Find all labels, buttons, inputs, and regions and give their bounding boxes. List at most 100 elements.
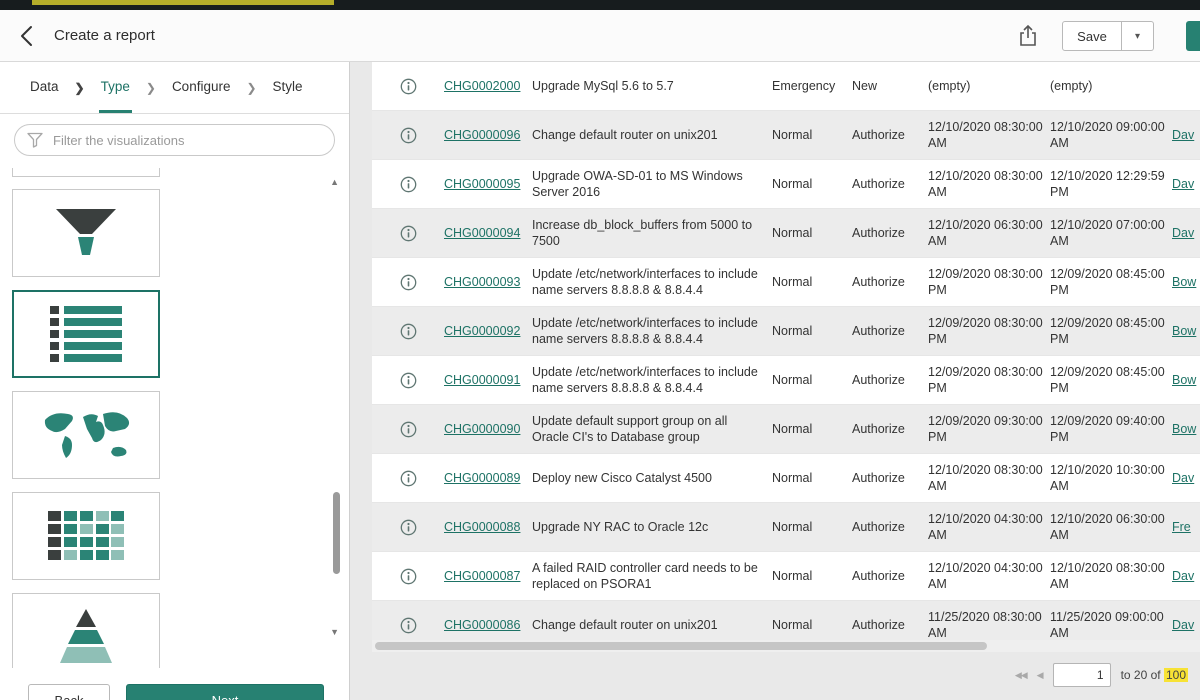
scroll-up-arrow-icon[interactable]: ▲ <box>330 178 339 187</box>
info-icon[interactable] <box>400 372 417 389</box>
page-number-input[interactable] <box>1053 663 1111 687</box>
share-icon <box>1018 24 1038 48</box>
panel-scrollbar-thumb[interactable] <box>333 492 340 574</box>
info-icon[interactable] <box>400 568 417 585</box>
start-date-value: 12/10/2020 06:30:00 AM <box>928 217 1050 250</box>
state-value: Authorize <box>852 274 928 290</box>
change-number-link[interactable]: CHG0000089 <box>444 471 520 485</box>
info-icon[interactable] <box>400 323 417 340</box>
short-description: Upgrade MySql 5.6 to 5.7 <box>532 78 772 94</box>
next-step-button[interactable]: Next <box>126 684 324 700</box>
start-date-value: 11/25/2020 08:30:00 AM <box>928 609 1050 640</box>
short-description: Update /etc/network/interfaces to includ… <box>532 364 772 397</box>
step-type[interactable]: Type <box>99 62 132 113</box>
state-value: Authorize <box>852 568 928 584</box>
assigned-to-link[interactable]: Bow <box>1172 422 1196 436</box>
end-date-value: 11/25/2020 09:00:00 AM <box>1050 609 1172 640</box>
assigned-to-link[interactable]: Dav <box>1172 618 1194 632</box>
pagination-range: to 20 of 100 <box>1121 668 1188 682</box>
info-icon[interactable] <box>400 176 417 193</box>
state-value: Authorize <box>852 421 928 437</box>
state-value: Authorize <box>852 470 928 486</box>
change-number-link[interactable]: CHG0000090 <box>444 422 520 436</box>
priority-value: Emergency <box>772 78 852 94</box>
change-number-link[interactable]: CHG0000087 <box>444 569 520 583</box>
start-date-value: 12/10/2020 08:30:00 AM <box>928 119 1050 152</box>
change-number-link[interactable]: CHG0000094 <box>444 226 520 240</box>
visualization-list <box>0 168 336 668</box>
save-menu-button[interactable]: ▾ <box>1122 21 1154 51</box>
change-table: CHG0002000 Upgrade MySql 5.6 to 5.7 Emer… <box>372 62 1200 640</box>
info-icon[interactable] <box>400 617 417 634</box>
info-icon[interactable] <box>400 225 417 242</box>
priority-value: Normal <box>772 470 852 486</box>
assigned-to-link[interactable]: Bow <box>1172 275 1196 289</box>
priority-value: Normal <box>772 519 852 535</box>
back-step-button[interactable]: Back <box>28 684 110 700</box>
state-value: Authorize <box>852 127 928 143</box>
chevron-right-icon: ❯ <box>232 62 270 113</box>
start-date-value: 12/10/2020 08:30:00 AM <box>928 168 1050 201</box>
step-configure[interactable]: Configure <box>170 62 233 113</box>
priority-value: Normal <box>772 176 852 192</box>
table-horizontal-scrollbar <box>372 640 1200 652</box>
info-icon[interactable] <box>400 470 417 487</box>
funnel-chart-icon <box>54 208 118 258</box>
assigned-to-link[interactable]: Dav <box>1172 569 1194 583</box>
table-row: CHG0000095 Upgrade OWA-SD-01 to MS Windo… <box>372 160 1200 209</box>
assigned-to-link[interactable]: Dav <box>1172 471 1194 485</box>
viz-card-map[interactable] <box>12 391 160 479</box>
end-date-value: 12/09/2020 08:45:00 PM <box>1050 266 1172 299</box>
filter-visualizations-input[interactable] <box>14 124 335 156</box>
wizard-steps: Data ❯ Type ❯ Configure ❯ Style <box>0 62 349 114</box>
info-icon[interactable] <box>400 78 417 95</box>
save-button[interactable]: Save <box>1062 21 1122 51</box>
back-button[interactable] <box>20 25 36 47</box>
scroll-down-arrow-icon[interactable]: ▼ <box>330 628 339 637</box>
viz-card-partial[interactable] <box>12 168 160 177</box>
change-number-link[interactable]: CHG0000092 <box>444 324 520 338</box>
viz-card-list[interactable] <box>12 290 160 378</box>
assigned-to-link[interactable]: Bow <box>1172 324 1196 338</box>
range-prefix: to 20 of <box>1121 668 1161 682</box>
step-data[interactable]: Data <box>28 62 61 113</box>
change-number-link[interactable]: CHG0000091 <box>444 373 520 387</box>
first-page-icon[interactable]: ◀◀ <box>1015 670 1027 681</box>
assigned-to-link[interactable]: Dav <box>1172 177 1194 191</box>
priority-value: Normal <box>772 568 852 584</box>
info-icon[interactable] <box>400 519 417 536</box>
info-icon[interactable] <box>400 421 417 438</box>
viz-card-heatmap[interactable] <box>12 492 160 580</box>
change-number-link[interactable]: CHG0000093 <box>444 275 520 289</box>
pyramid-chart-icon <box>51 607 121 667</box>
assigned-to-link[interactable]: Fre <box>1172 520 1191 534</box>
viz-card-funnel[interactable] <box>12 189 160 277</box>
change-number-link[interactable]: CHG0000096 <box>444 128 520 142</box>
change-number-link[interactable]: CHG0000088 <box>444 520 520 534</box>
state-value: Authorize <box>852 372 928 388</box>
table-row: CHG0000088 Upgrade NY RAC to Oracle 12c … <box>372 503 1200 552</box>
short-description: Change default router on unix201 <box>532 127 772 143</box>
info-icon[interactable] <box>400 274 417 291</box>
change-number-link[interactable]: CHG0000095 <box>444 177 520 191</box>
assigned-to-link[interactable]: Dav <box>1172 128 1194 142</box>
table-row: CHG0000094 Increase db_block_buffers fro… <box>372 209 1200 258</box>
cut-off-accent-button[interactable] <box>1186 21 1200 51</box>
end-date-value: 12/09/2020 08:45:00 PM <box>1050 315 1172 348</box>
viz-card-pyramid[interactable] <box>12 593 160 668</box>
share-button[interactable] <box>1018 24 1042 48</box>
end-date-value: 12/10/2020 10:30:00 AM <box>1050 462 1172 495</box>
end-date-value: 12/10/2020 07:00:00 AM <box>1050 217 1172 250</box>
previous-page-icon[interactable]: ◀ <box>1037 670 1043 681</box>
change-number-link[interactable]: CHG0000086 <box>444 618 520 632</box>
info-icon[interactable] <box>400 127 417 144</box>
horizontal-scrollbar-thumb[interactable] <box>375 642 987 650</box>
end-date-value: 12/10/2020 06:30:00 AM <box>1050 511 1172 544</box>
assigned-to-link[interactable]: Bow <box>1172 373 1196 387</box>
step-style[interactable]: Style <box>271 62 305 113</box>
end-date-value: 12/10/2020 08:30:00 AM <box>1050 560 1172 593</box>
assigned-to-link[interactable]: Dav <box>1172 226 1194 240</box>
short-description: Change default router on unix201 <box>532 617 772 633</box>
end-date-value: 12/09/2020 09:40:00 PM <box>1050 413 1172 446</box>
change-number-link[interactable]: CHG0002000 <box>444 79 520 93</box>
